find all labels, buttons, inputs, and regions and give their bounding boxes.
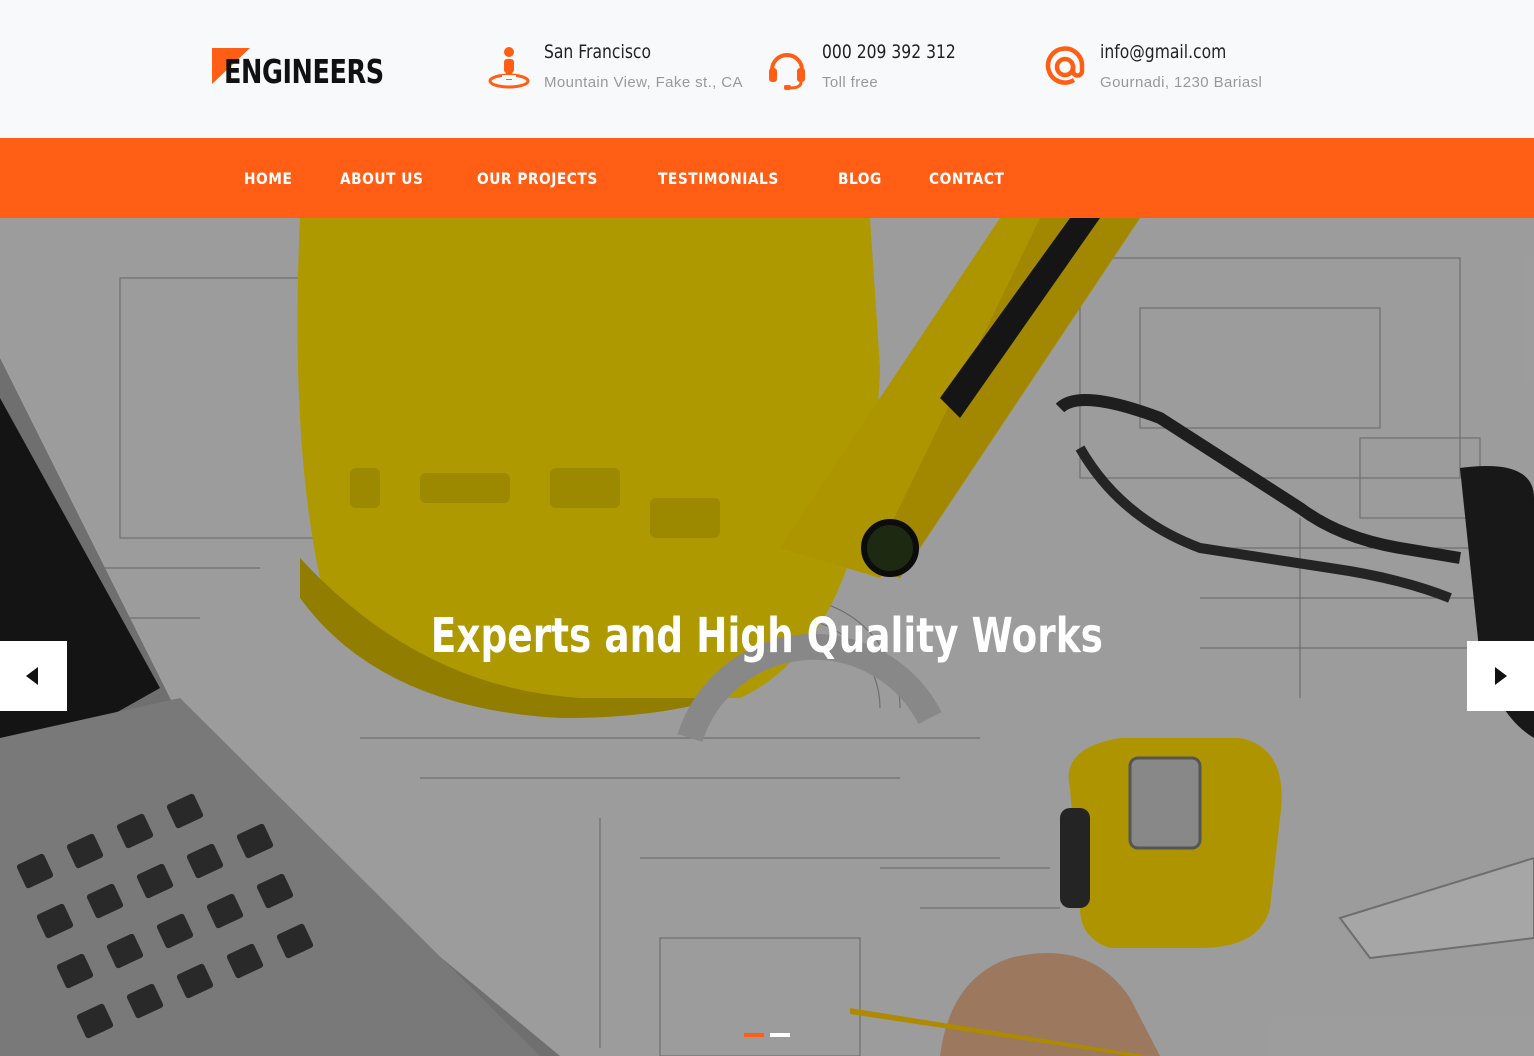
contact-email-title[interactable]: info@gmail.com xyxy=(1100,38,1226,66)
caret-right-icon xyxy=(1495,667,1507,685)
contact-location-sub: Mountain View, Fake st., CA xyxy=(544,74,743,91)
slider-dot-2[interactable] xyxy=(770,1033,790,1037)
hero-slider: Experts and High Quality Works xyxy=(0,218,1534,1056)
at-sign-icon xyxy=(1045,46,1085,85)
contact-phone-sub: Toll free xyxy=(822,74,879,91)
nav-item-testimonials[interactable]: TESTIMONIALS xyxy=(658,169,779,188)
logo-text: ENGINEERS xyxy=(224,52,384,91)
slider-next-button[interactable] xyxy=(1467,641,1534,711)
contact-email-sub: Gournadi, 1230 Bariasl xyxy=(1100,74,1263,91)
nav-item-our-projects[interactable]: OUR PROJECTS xyxy=(477,169,598,188)
caret-left-icon xyxy=(26,667,38,685)
contact-location-title: San Francisco xyxy=(544,41,652,63)
contact-phone-title[interactable]: 000 209 392 312 xyxy=(822,38,956,66)
nav-item-blog[interactable]: BLOG xyxy=(838,169,882,188)
top-header: ENGINEERS San Francisco Mountain View, F… xyxy=(0,0,1534,138)
nav-item-home[interactable]: HOME xyxy=(244,169,292,188)
nav-item-about-us[interactable]: ABOUT US xyxy=(340,169,423,188)
headset-icon xyxy=(769,53,805,90)
slider-dot-1[interactable] xyxy=(744,1033,764,1037)
slider-prev-button[interactable] xyxy=(0,641,67,711)
location-person-icon xyxy=(488,47,530,89)
hero-title: Experts and High Quality Works xyxy=(430,608,1104,664)
slider-pagination xyxy=(744,1033,790,1037)
nav-item-contact[interactable]: CONTACT xyxy=(929,169,1004,188)
main-nav: HOME ABOUT US OUR PROJECTS TESTIMONIALS … xyxy=(0,138,1534,218)
